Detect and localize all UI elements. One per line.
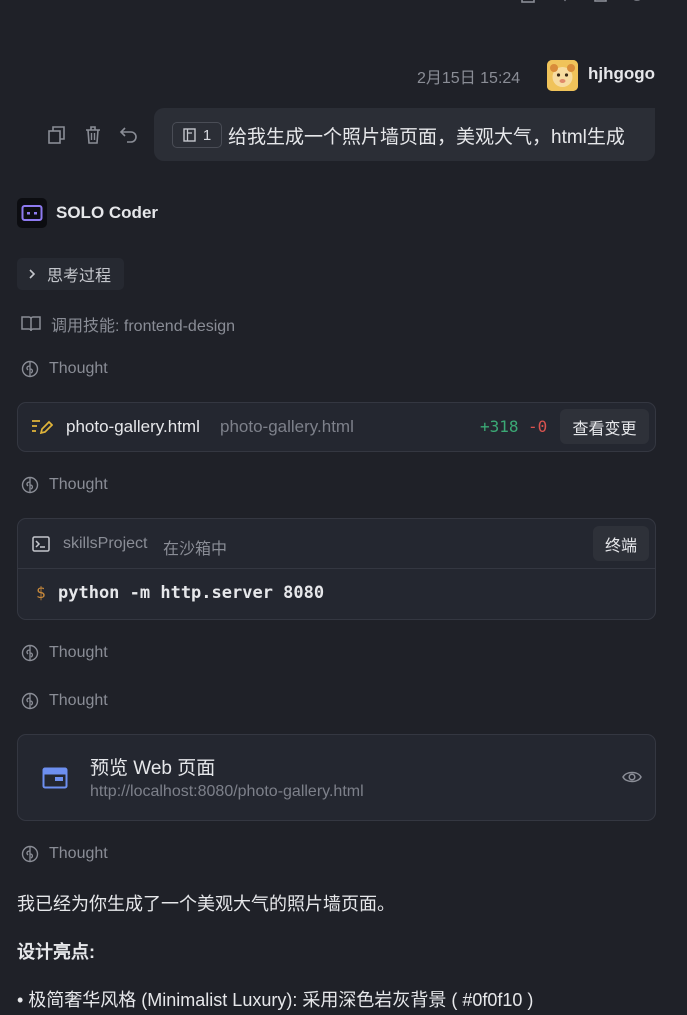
chevron-right-icon bbox=[29, 269, 36, 279]
thought-label: Thought bbox=[49, 360, 108, 377]
response-bullet: • 极简奢华风格 (Minimalist Luxury): 采用深色岩灰背景 (… bbox=[17, 990, 534, 1010]
file-change-card[interactable]: photo-gallery.html photo-gallery.html +3… bbox=[17, 402, 656, 452]
browser-window-icon bbox=[42, 767, 68, 789]
response-intro: 我已经为你生成了一个美观大气的照片墙页面。 bbox=[17, 894, 395, 914]
preview-title: 预览 Web 页面 bbox=[90, 758, 216, 779]
terminal-sandbox-label: 在沙箱中 bbox=[163, 541, 228, 558]
response-highlights-title: 设计亮点: bbox=[17, 942, 95, 962]
username[interactable]: hjhgogo bbox=[588, 64, 655, 84]
file-icon bbox=[183, 128, 196, 142]
robot-icon bbox=[21, 205, 43, 221]
brain-icon bbox=[21, 845, 39, 863]
view-changes-button[interactable]: 查看变更 bbox=[560, 409, 649, 444]
brain-icon bbox=[21, 692, 39, 710]
terminal-icon bbox=[32, 536, 50, 552]
thought-label: Thought bbox=[49, 476, 108, 493]
web-preview-card[interactable]: 预览 Web 页面 http://localhost:8080/photo-ga… bbox=[17, 734, 656, 821]
eye-icon[interactable] bbox=[622, 769, 642, 785]
thought-label: Thought bbox=[49, 644, 108, 661]
thinking-process-label: 思考过程 bbox=[47, 268, 112, 285]
agent-name: SOLO Coder bbox=[56, 203, 159, 222]
thinking-process-toggle[interactable]: 思考过程 bbox=[17, 258, 124, 290]
thought-label: Thought bbox=[49, 692, 108, 709]
retry-icon[interactable] bbox=[628, 0, 646, 6]
thought-row[interactable]: Thought bbox=[21, 476, 108, 494]
message-timestamp: 2月15日 15:24 bbox=[417, 70, 521, 87]
solo-coder-logo bbox=[17, 198, 47, 228]
feedback-icon[interactable] bbox=[556, 0, 574, 6]
brain-icon bbox=[21, 476, 39, 494]
thought-row[interactable]: Thought bbox=[21, 644, 108, 662]
open-terminal-button[interactable]: 终端 bbox=[593, 526, 649, 561]
avatar[interactable] bbox=[547, 60, 578, 91]
thought-label: Thought bbox=[49, 845, 108, 862]
copy-icon[interactable] bbox=[46, 124, 68, 146]
top-toolbar bbox=[520, 0, 646, 6]
terminal-command: python -m http.server 8080 bbox=[58, 583, 325, 603]
terminal-prompt: $ bbox=[36, 583, 46, 602]
lines-removed: -0 bbox=[528, 417, 548, 436]
preview-url[interactable]: http://localhost:8080/photo-gallery.html bbox=[90, 783, 364, 801]
skill-call-row[interactable]: 调用技能: frontend-design bbox=[21, 312, 235, 336]
brain-icon bbox=[21, 360, 39, 378]
thought-row[interactable]: Thought bbox=[21, 845, 108, 863]
attachment-count: 1 bbox=[202, 126, 212, 144]
undo-icon[interactable] bbox=[118, 124, 140, 146]
thought-row[interactable]: Thought bbox=[21, 360, 108, 378]
terminal-header: skillsProject 在沙箱中 终端 bbox=[18, 519, 655, 569]
message-actions bbox=[46, 124, 140, 146]
user-message-text: 给我生成一个照片墙页面，美观大气，html生成 bbox=[228, 127, 625, 148]
thought-row[interactable]: Thought bbox=[21, 692, 108, 710]
attachment-badge[interactable]: 1 bbox=[172, 122, 222, 148]
lines-added: +318 bbox=[480, 417, 519, 436]
file-path: photo-gallery.html bbox=[220, 417, 354, 436]
delete-icon[interactable] bbox=[82, 124, 104, 146]
brain-icon bbox=[21, 644, 39, 662]
edit-file-icon bbox=[32, 420, 53, 435]
copy-icon[interactable] bbox=[520, 0, 538, 6]
terminal-project: skillsProject bbox=[63, 535, 148, 552]
skill-call-label: 调用技能: frontend-design bbox=[51, 318, 236, 335]
file-name: photo-gallery.html bbox=[66, 417, 200, 436]
book-icon bbox=[21, 316, 41, 332]
share-icon[interactable] bbox=[592, 0, 610, 6]
terminal-card: skillsProject 在沙箱中 终端 $ python -m http.s… bbox=[17, 518, 656, 620]
